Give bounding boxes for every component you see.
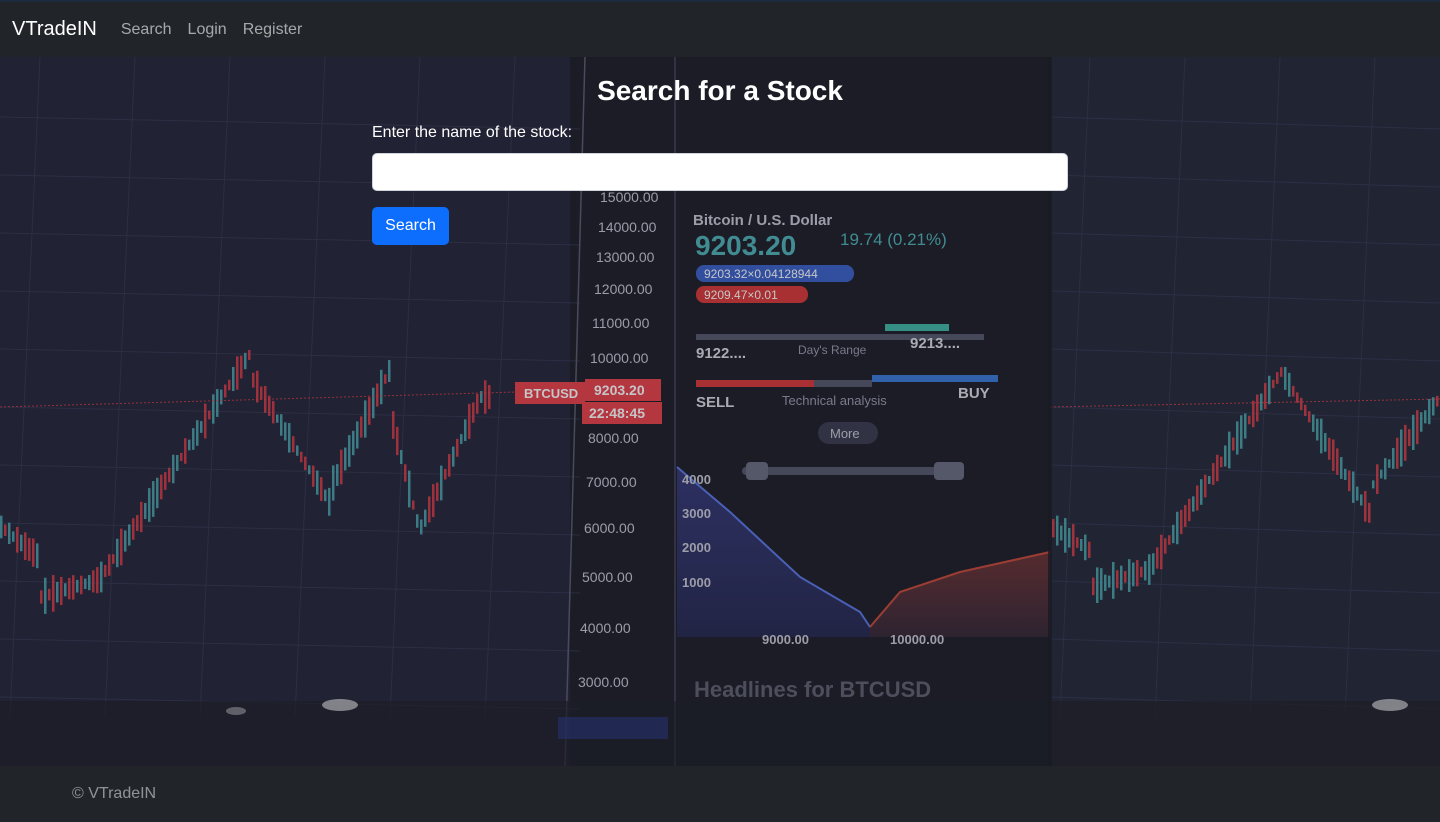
search-form: Search for a Stock Enter the name of the… [372, 57, 1068, 245]
nav-link-register[interactable]: Register [243, 21, 303, 39]
stock-name-input[interactable] [372, 153, 1068, 191]
stock-name-label: Enter the name of the stock: [372, 124, 573, 141]
navbar: VTradeIN Search Login Register [0, 0, 1440, 57]
brand-link[interactable]: VTradeIN [12, 18, 97, 41]
page-title: Search for a Stock [597, 75, 843, 106]
nav-link-search[interactable]: Search [121, 21, 172, 39]
nav-link-login[interactable]: Login [188, 21, 227, 39]
footer: © VTradeIN [0, 766, 1440, 822]
footer-copyright: © VTradeIN [72, 785, 157, 802]
search-button[interactable]: Search [372, 207, 449, 245]
